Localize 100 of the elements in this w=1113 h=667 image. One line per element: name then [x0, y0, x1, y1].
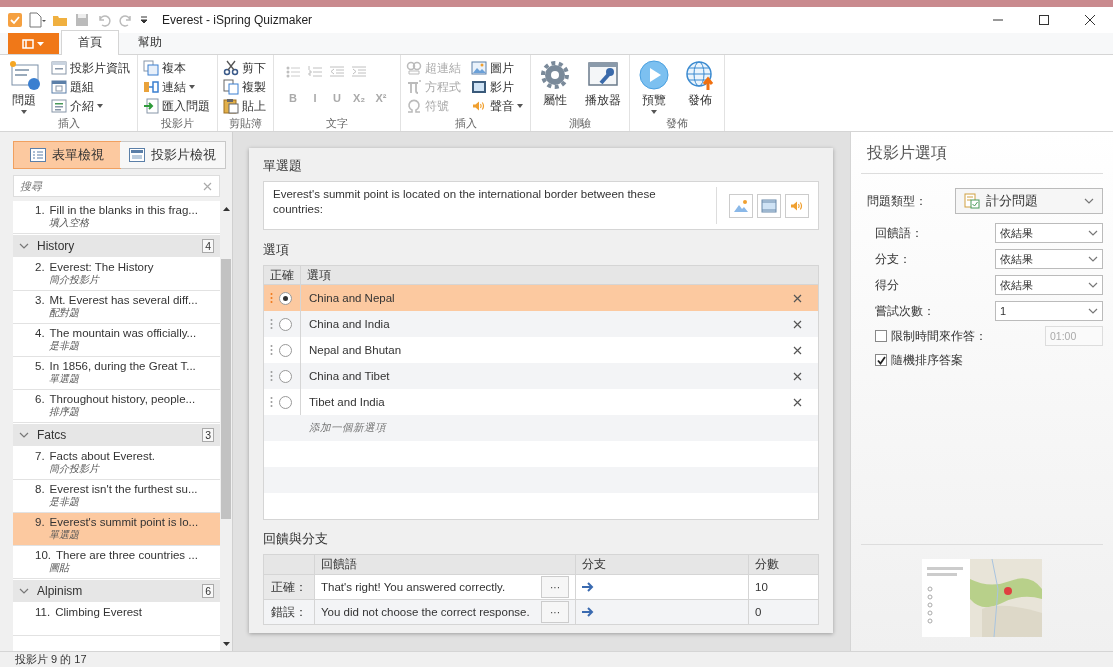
- drag-handle-icon[interactable]: [270, 318, 273, 330]
- dropdown[interactable]: 依結果: [995, 275, 1103, 295]
- ribbon-button[interactable]: 發佈: [681, 59, 719, 116]
- slide-title: In 1856, during the Great T...: [49, 360, 196, 372]
- correct-radio[interactable]: [279, 343, 292, 357]
- dropdown[interactable]: 依結果: [995, 223, 1103, 243]
- ribbon-tab[interactable]: 首頁: [61, 30, 119, 55]
- question-field[interactable]: Everest's summit point is located on the international border between these countries:: [263, 181, 819, 230]
- arrow-icon[interactable]: [582, 607, 594, 617]
- chevron-icon[interactable]: [19, 588, 29, 594]
- slide-type: 簡介投影片: [48, 273, 101, 287]
- drag-handle-icon[interactable]: [270, 370, 273, 382]
- correct-radio[interactable]: [279, 395, 292, 409]
- ribbon-button[interactable]: 複本: [143, 59, 212, 77]
- slide-number: 3.: [35, 294, 45, 306]
- choice-row[interactable]: China and Tibet: [264, 363, 818, 389]
- delete-icon[interactable]: [793, 319, 802, 329]
- checkbox[interactable]: [875, 330, 887, 342]
- search-field[interactable]: 搜尋: [13, 175, 220, 197]
- undo-icon[interactable]: [96, 12, 112, 28]
- ribbon-button[interactable]: 圖片: [471, 59, 525, 77]
- checkbox[interactable]: [875, 354, 887, 366]
- group-header[interactable]: Alpinism 6: [13, 580, 220, 602]
- correct-radio[interactable]: [279, 317, 292, 331]
- choice-text: China and Tibet: [308, 370, 391, 382]
- delete-icon[interactable]: [793, 371, 802, 381]
- delete-icon[interactable]: [793, 293, 802, 303]
- choice-row[interactable]: China and India: [264, 311, 818, 337]
- more-button[interactable]: ···: [541, 601, 569, 623]
- question-type-dropdown[interactable]: 計分問題: [955, 188, 1103, 214]
- ribbon-button[interactable]: 貼上: [223, 97, 268, 115]
- drag-handle-icon[interactable]: [270, 396, 273, 408]
- scroll-down-icon[interactable]: [222, 642, 230, 646]
- panel-caret-icon: [21, 38, 46, 49]
- ribbon-button[interactable]: 聲音: [471, 97, 525, 115]
- ribbon-button[interactable]: 剪下: [223, 59, 268, 77]
- ribbon-tab[interactable]: 幫助: [121, 30, 179, 54]
- customize-caret-icon[interactable]: [140, 15, 148, 25]
- add-choice-field[interactable]: 添加一個新選項: [309, 421, 386, 435]
- add-audio-button[interactable]: [785, 193, 809, 218]
- field-label: 嘗試次數：: [875, 303, 936, 319]
- feedback-text[interactable]: That's right! You answered correctly.: [321, 581, 506, 593]
- info-sheet-icon: [51, 60, 67, 76]
- pi-icon: [406, 79, 422, 95]
- add-image-button[interactable]: [729, 193, 753, 218]
- add-video-button[interactable]: [757, 193, 781, 218]
- redo-icon[interactable]: [118, 12, 134, 28]
- dropdown[interactable]: 1: [995, 301, 1103, 321]
- feedback-text[interactable]: You did not choose the correct response.: [321, 606, 530, 618]
- delete-icon[interactable]: [793, 345, 802, 355]
- more-button[interactable]: ···: [541, 576, 569, 598]
- save-icon[interactable]: [74, 12, 90, 28]
- group-header[interactable]: History 4: [13, 235, 220, 257]
- add-choice-row[interactable]: 添加一個新選項: [264, 415, 818, 441]
- scrollbar[interactable]: [220, 201, 232, 651]
- clear-icon[interactable]: [203, 182, 212, 191]
- field-label: 回饋語：: [875, 225, 924, 241]
- ribbon-button[interactable]: 複製: [223, 78, 268, 96]
- view-toggle[interactable]: 表單檢視: [14, 142, 120, 168]
- indent-icon: [351, 64, 367, 80]
- ribbon-button[interactable]: 問題: [5, 59, 43, 116]
- chevron-down-icon: [1088, 308, 1098, 314]
- slide-number: 1.: [35, 204, 45, 216]
- new-document-icon[interactable]: [28, 12, 46, 28]
- slide-item[interactable]: 9. Everest's summit point is lo... 單選題: [13, 513, 220, 546]
- scroll-up-icon[interactable]: [222, 207, 230, 211]
- ribbon-button[interactable]: 介紹: [51, 97, 132, 115]
- ribbon-button[interactable]: 屬性: [536, 59, 574, 116]
- delete-icon[interactable]: [793, 397, 802, 407]
- ribbon-button[interactable]: 題組: [51, 78, 132, 96]
- file-menu-button[interactable]: [8, 33, 59, 54]
- group-header[interactable]: Fatcs 3: [13, 424, 220, 446]
- drag-handle-icon[interactable]: [270, 292, 273, 304]
- choice-row[interactable]: China and Nepal: [264, 285, 818, 311]
- field-label: 分支：: [875, 251, 912, 267]
- correct-radio[interactable]: [279, 291, 292, 305]
- image-icon: [733, 197, 749, 214]
- ribbon-button[interactable]: 播放器: [582, 59, 624, 116]
- section-heading: 單選題: [263, 157, 303, 175]
- ribbon-button[interactable]: 投影片資訊: [51, 59, 132, 77]
- chevron-icon[interactable]: [19, 243, 29, 249]
- ribbon-button[interactable]: 連結: [143, 78, 212, 96]
- slide-type: 配對題: [48, 306, 81, 320]
- slide-number: 6.: [35, 393, 45, 405]
- column-header: 分支: [575, 554, 749, 575]
- panel-icon: [51, 79, 67, 95]
- image-icon: [471, 60, 487, 76]
- ribbon-button[interactable]: 影片: [471, 78, 525, 96]
- arrow-icon[interactable]: [582, 582, 594, 592]
- drag-handle-icon[interactable]: [270, 344, 273, 356]
- ribbon-button[interactable]: 預覽: [635, 59, 673, 116]
- correct-radio[interactable]: [279, 369, 292, 383]
- slide-title: Everest isn't the furthest su...: [49, 483, 198, 495]
- group-title: Alpinism: [37, 584, 83, 598]
- column-header: 正確: [270, 267, 294, 283]
- dropdown[interactable]: 依結果: [995, 249, 1103, 269]
- ribbon-button[interactable]: 匯入問題: [143, 97, 212, 115]
- chevron-icon[interactable]: [19, 432, 29, 438]
- check-icon: [876, 355, 886, 365]
- view-toggle[interactable]: 投影片檢視: [119, 142, 225, 168]
